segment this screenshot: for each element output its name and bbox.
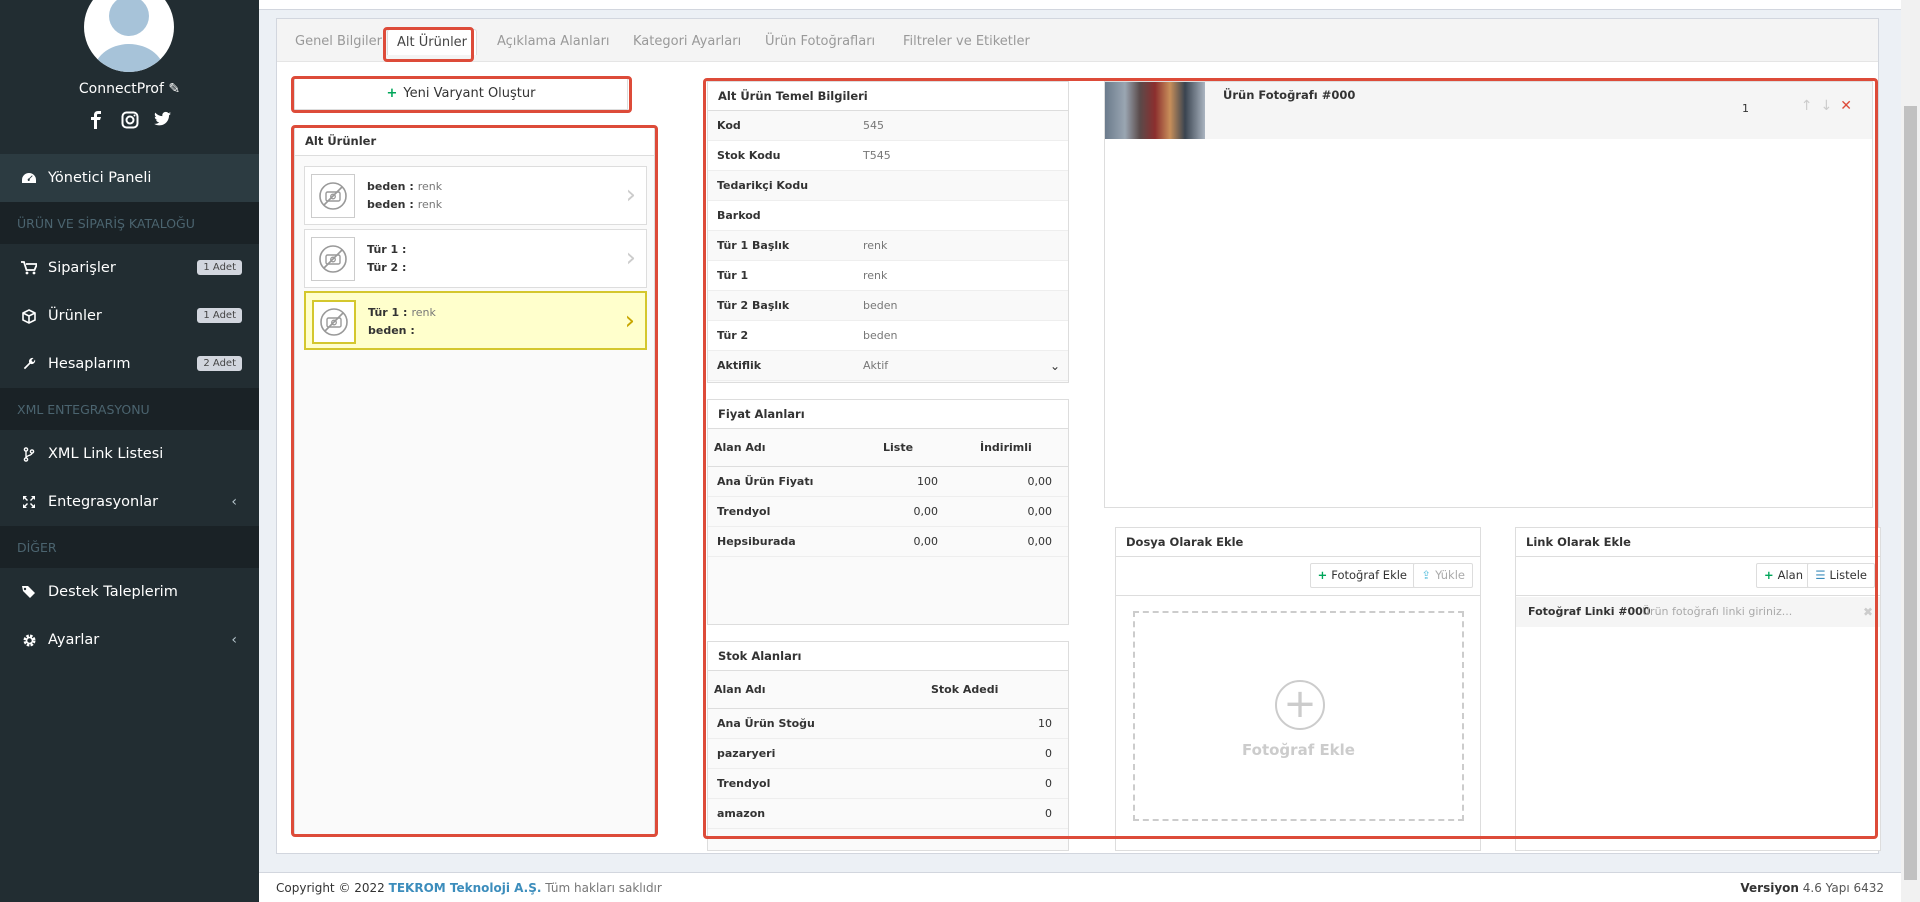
sidebar: ConnectProf ✎ Yönetici Paneli ÜRÜN VE Sİ… bbox=[0, 0, 259, 902]
tab-bar: Genel Bilgiler Alt Ürünler Açıklama Alan… bbox=[277, 19, 1878, 62]
dashboard-icon bbox=[20, 169, 38, 187]
highlight-details bbox=[703, 78, 1878, 839]
sidebar-item-integrations[interactable]: Entegrasyonlar ‹ bbox=[0, 478, 259, 526]
main-content: Genel Bilgiler Alt Ürünler Açıklama Alan… bbox=[259, 0, 1920, 902]
scrollbar-thumb[interactable] bbox=[1904, 106, 1917, 880]
wrench-icon bbox=[20, 355, 38, 373]
sidebar-item-label: Entegrasyonlar bbox=[48, 494, 159, 510]
nav-header-other: DİĞER bbox=[0, 526, 259, 568]
version-info: Versiyon 4.6 Yapı 6432 bbox=[1740, 873, 1884, 902]
sidebar-item-settings[interactable]: Ayarlar ‹ bbox=[0, 616, 259, 664]
avatar[interactable] bbox=[84, 0, 174, 72]
rights-text: Tüm hakları saklıdır bbox=[545, 881, 662, 895]
version-label: Versiyon bbox=[1740, 881, 1799, 895]
orders-count-badge: 1 Adet bbox=[197, 260, 242, 275]
sidebar-item-label: Siparişler bbox=[48, 260, 116, 276]
tab-filters-tags[interactable]: Filtreler ve Etiketler bbox=[894, 29, 1039, 55]
branch-icon bbox=[20, 445, 38, 463]
tab-descriptions[interactable]: Açıklama Alanları bbox=[488, 29, 619, 55]
instagram-icon[interactable] bbox=[119, 111, 141, 131]
page-scrollbar[interactable] bbox=[1901, 0, 1920, 902]
gear-icon bbox=[20, 631, 38, 649]
product-edit-card: Genel Bilgiler Alt Ürünler Açıklama Alan… bbox=[276, 18, 1881, 854]
tab-product-photos[interactable]: Ürün Fotoğrafları bbox=[756, 29, 884, 55]
username[interactable]: ConnectProf ✎ bbox=[0, 81, 259, 97]
sidebar-item-dashboard[interactable]: Yönetici Paneli bbox=[0, 154, 259, 202]
copyright-text: Copyright © 2022 bbox=[276, 881, 385, 895]
top-bar bbox=[259, 0, 1901, 10]
chevron-left-icon: ‹ bbox=[231, 494, 237, 510]
chevron-left-icon: ‹ bbox=[231, 632, 237, 648]
sidebar-item-label: Ürünler bbox=[48, 308, 102, 324]
social-links bbox=[0, 111, 259, 131]
edit-icon[interactable]: ✎ bbox=[168, 81, 180, 97]
sidebar-item-label: Hesaplarım bbox=[48, 356, 131, 372]
tab-category-settings[interactable]: Kategori Ayarları bbox=[624, 29, 750, 55]
accounts-count-badge: 2 Adet bbox=[197, 356, 242, 371]
nav-header-xml: XML ENTEGRASYONU bbox=[0, 388, 259, 430]
nav-header-catalog: ÜRÜN VE SİPARİŞ KATALOĞU bbox=[0, 202, 259, 244]
footer: Copyright © 2022 TEKROM Teknoloji A.Ş. T… bbox=[259, 872, 1901, 902]
sidebar-item-label: Destek Taleplerim bbox=[48, 584, 178, 600]
sidebar-item-support[interactable]: Destek Taleplerim bbox=[0, 568, 259, 616]
copyright: Copyright © 2022 TEKROM Teknoloji A.Ş. T… bbox=[276, 873, 662, 902]
sidebar-item-xml-links[interactable]: XML Link Listesi bbox=[0, 430, 259, 478]
highlight-tab bbox=[383, 27, 474, 62]
sidebar-item-label: Ayarlar bbox=[48, 632, 100, 648]
version-value: 4.6 Yapı 6432 bbox=[1802, 881, 1884, 895]
tab-general[interactable]: Genel Bilgiler bbox=[286, 29, 391, 55]
sidebar-item-orders[interactable]: Siparişler 1 Adet bbox=[0, 244, 259, 292]
highlight-variants bbox=[291, 125, 658, 837]
sidebar-nav: Yönetici Paneli ÜRÜN VE SİPARİŞ KATALOĞU… bbox=[0, 154, 259, 664]
cart-icon bbox=[20, 259, 38, 277]
expand-icon bbox=[20, 493, 38, 511]
highlight-new-variant bbox=[291, 76, 632, 113]
products-count-badge: 1 Adet bbox=[197, 308, 242, 323]
cube-icon bbox=[20, 307, 38, 325]
sidebar-item-products[interactable]: Ürünler 1 Adet bbox=[0, 292, 259, 340]
facebook-icon[interactable] bbox=[85, 111, 107, 131]
twitter-icon[interactable] bbox=[152, 111, 174, 131]
tags-icon bbox=[20, 583, 38, 601]
sidebar-item-label: XML Link Listesi bbox=[48, 446, 164, 462]
sidebar-item-accounts[interactable]: Hesaplarım 2 Adet bbox=[0, 340, 259, 388]
company-link[interactable]: TEKROM Teknoloji A.Ş. bbox=[389, 881, 542, 895]
sidebar-item-label: Yönetici Paneli bbox=[48, 170, 152, 186]
